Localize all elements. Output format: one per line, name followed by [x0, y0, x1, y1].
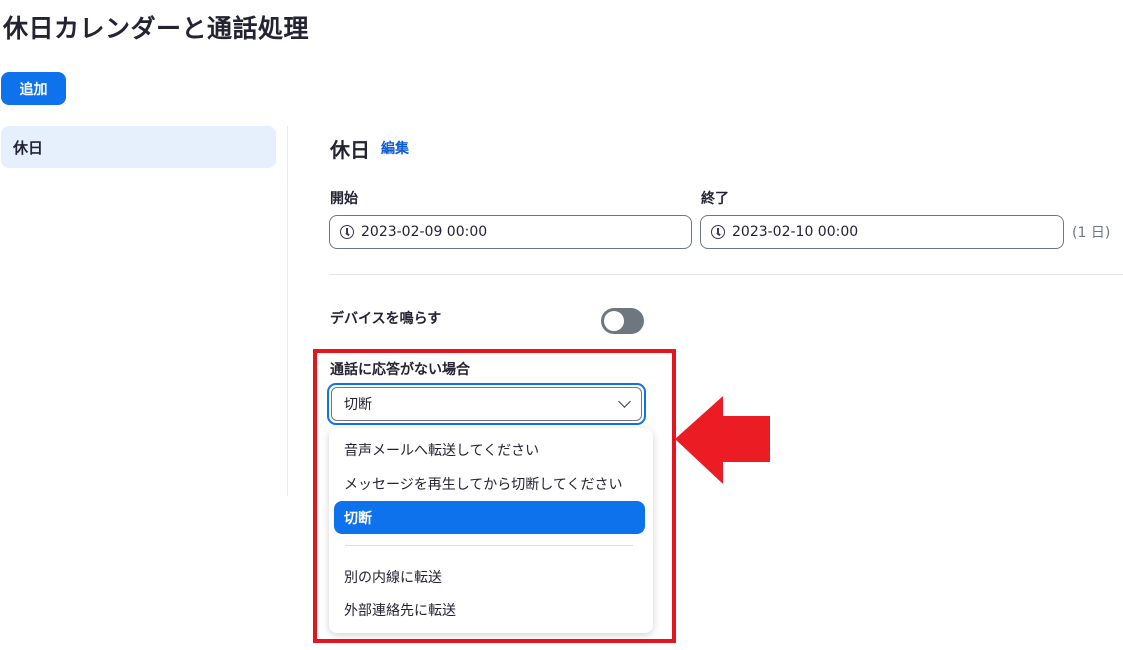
end-label: 終了: [701, 191, 729, 207]
page-title: 休日カレンダーと通話処理: [3, 14, 310, 43]
start-date-field[interactable]: 2023-02-09 00:00: [329, 215, 692, 249]
option-forward-external[interactable]: 外部連絡先に転送: [334, 593, 645, 626]
select-value: 切断: [344, 397, 372, 413]
ring-device-label: デバイスを鳴らす: [330, 311, 442, 327]
option-disconnect[interactable]: 切断: [334, 501, 645, 534]
clock-icon: [711, 225, 725, 239]
end-date-field[interactable]: 2023-02-10 00:00: [700, 215, 1064, 249]
edit-link[interactable]: 編集: [381, 138, 409, 158]
add-button[interactable]: 追加: [1, 72, 66, 105]
option-voicemail[interactable]: 音声メールへ転送してください: [334, 433, 645, 466]
start-date-value: 2023-02-09 00:00: [361, 224, 488, 240]
clock-icon: [340, 225, 354, 239]
divider: [329, 274, 1123, 275]
option-play-message[interactable]: メッセージを再生してから切断してください: [334, 467, 645, 500]
dropdown-menu: 音声メールへ転送してください メッセージを再生してから切断してください 切断 別…: [329, 428, 653, 633]
start-label: 開始: [330, 191, 358, 207]
red-arrow-icon: [675, 396, 770, 484]
section-title: 休日: [330, 138, 370, 162]
toggle-knob: [604, 311, 624, 331]
sidebar-item-holiday[interactable]: 休日: [1, 126, 276, 168]
no-answer-label: 通話に応答がない場合: [330, 362, 470, 378]
chevron-down-icon: [618, 395, 631, 408]
divider: [287, 126, 288, 496]
dropdown-divider: [345, 545, 633, 546]
sidebar-item-label: 休日: [13, 138, 44, 157]
duration-text: (1 日): [1072, 225, 1111, 241]
no-answer-select[interactable]: 切断: [327, 383, 646, 425]
option-forward-extension[interactable]: 別の内線に転送: [334, 560, 645, 593]
end-date-value: 2023-02-10 00:00: [732, 224, 859, 240]
ring-device-toggle[interactable]: [601, 308, 644, 334]
